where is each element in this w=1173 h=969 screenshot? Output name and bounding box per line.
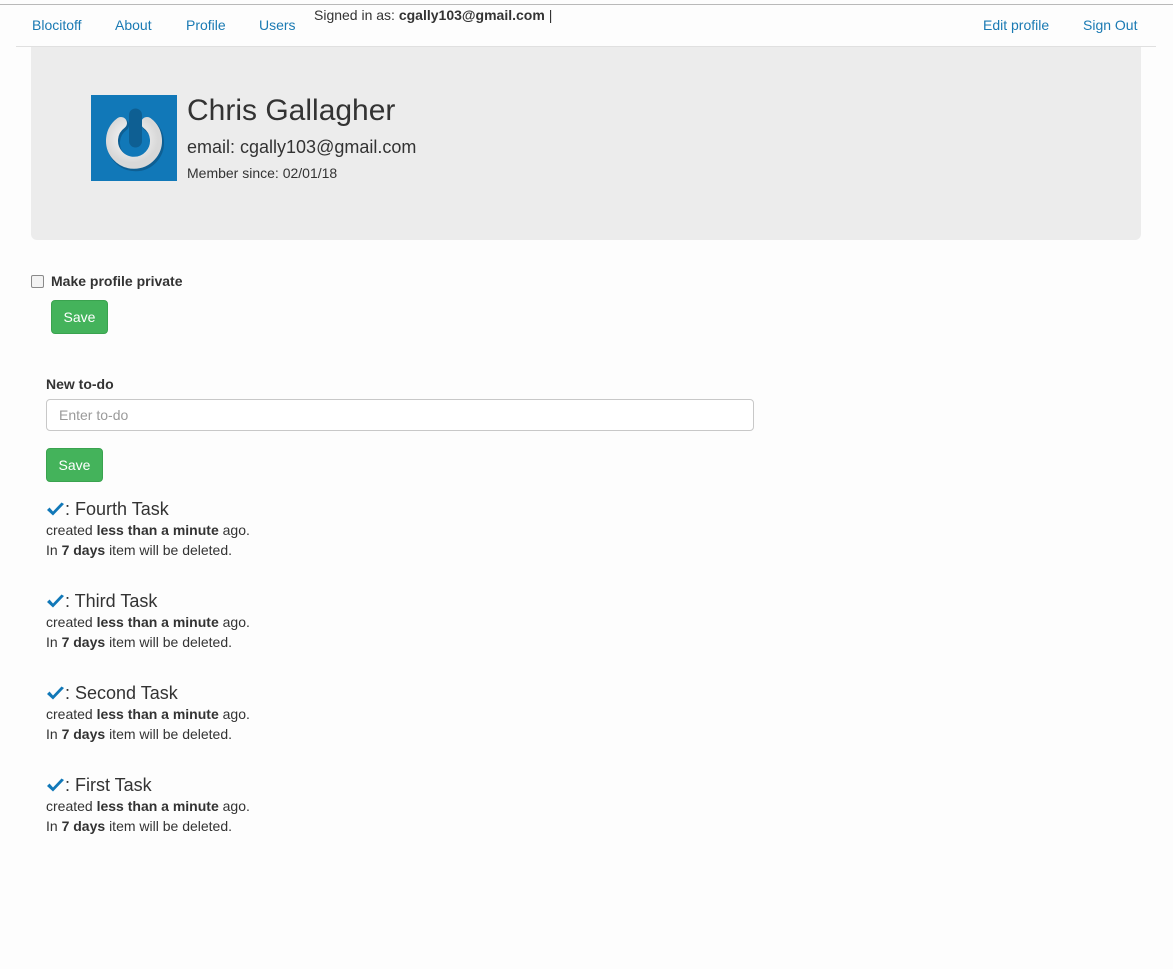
profile-header: Chris Gallagher email: cgally103@gmail.c… <box>31 47 1141 240</box>
nav-link-about[interactable]: About <box>115 17 152 34</box>
task-delete-prefix: In <box>46 818 58 834</box>
check-icon[interactable] <box>46 502 65 517</box>
check-icon[interactable] <box>46 686 65 701</box>
task-delete-suffix: item will be deleted. <box>109 726 233 742</box>
signed-in-status: Signed in as: cgally103@gmail.com | <box>314 7 552 24</box>
task-created-suffix: ago. <box>222 614 250 630</box>
check-icon[interactable] <box>46 594 65 609</box>
member-since: Member since: 02/01/18 <box>187 165 338 181</box>
task-delete-days: 7 days <box>61 634 106 650</box>
avatar <box>91 95 177 181</box>
power-icon <box>106 107 164 172</box>
new-todo-input[interactable] <box>46 399 754 431</box>
task-created-suffix: ago. <box>222 798 250 814</box>
edit-profile-link[interactable]: Edit profile <box>983 17 1049 34</box>
task-created-prefix: created <box>46 706 93 722</box>
private-profile-checkbox[interactable] <box>31 274 44 288</box>
task-delete-days: 7 days <box>61 726 106 742</box>
task-delete-prefix: In <box>46 542 58 558</box>
signed-in-prefix: Signed in as: <box>314 7 395 23</box>
profile-name: Chris Gallagher <box>187 94 396 127</box>
new-todo-label: New to-do <box>46 376 114 392</box>
private-profile-row: Make profile private <box>31 272 183 290</box>
sign-out-link[interactable]: Sign Out <box>1083 17 1137 34</box>
task-delete-prefix: In <box>46 726 58 742</box>
task-created-age: less than a minute <box>96 798 219 814</box>
task-created-age: less than a minute <box>96 614 219 630</box>
privacy-save-button[interactable]: Save <box>51 300 108 334</box>
task-delete-prefix: In <box>46 634 58 650</box>
task-delete-days: 7 days <box>61 542 106 558</box>
task-created-age: less than a minute <box>96 522 219 538</box>
task-item: : Third Task created less than a minute … <box>46 590 446 652</box>
task-created-prefix: created <box>46 798 93 814</box>
task-created-prefix: created <box>46 614 93 630</box>
task-name: : First Task <box>65 775 152 795</box>
task-name: : Fourth Task <box>65 499 169 519</box>
task-item: : First Task created less than a minute … <box>46 774 446 836</box>
nav-link-users[interactable]: Users <box>259 17 296 34</box>
task-created-age: less than a minute <box>96 706 219 722</box>
task-delete-suffix: item will be deleted. <box>109 634 233 650</box>
task-created-suffix: ago. <box>222 522 250 538</box>
private-profile-label: Make profile private <box>51 273 183 289</box>
navbar: Blocitoff About Profile Users Signed in … <box>16 5 1156 47</box>
signed-in-email: cgally103@gmail.com <box>398 7 545 23</box>
nav-link-profile[interactable]: Profile <box>186 17 226 34</box>
task-delete-days: 7 days <box>61 818 106 834</box>
signed-in-separator: | <box>548 7 553 23</box>
task-item: : Fourth Task created less than a minute… <box>46 498 446 560</box>
check-icon[interactable] <box>46 778 65 793</box>
task-delete-suffix: item will be deleted. <box>109 818 233 834</box>
task-name: : Third Task <box>65 591 158 611</box>
task-created-suffix: ago. <box>222 706 250 722</box>
task-item: : Second Task created less than a minute… <box>46 682 446 744</box>
task-name: : Second Task <box>65 683 178 703</box>
todo-save-button[interactable]: Save <box>46 448 103 482</box>
task-delete-suffix: item will be deleted. <box>109 542 233 558</box>
profile-email: email: cgally103@gmail.com <box>187 137 417 157</box>
task-created-prefix: created <box>46 522 93 538</box>
nav-link-blocitoff[interactable]: Blocitoff <box>32 17 82 34</box>
